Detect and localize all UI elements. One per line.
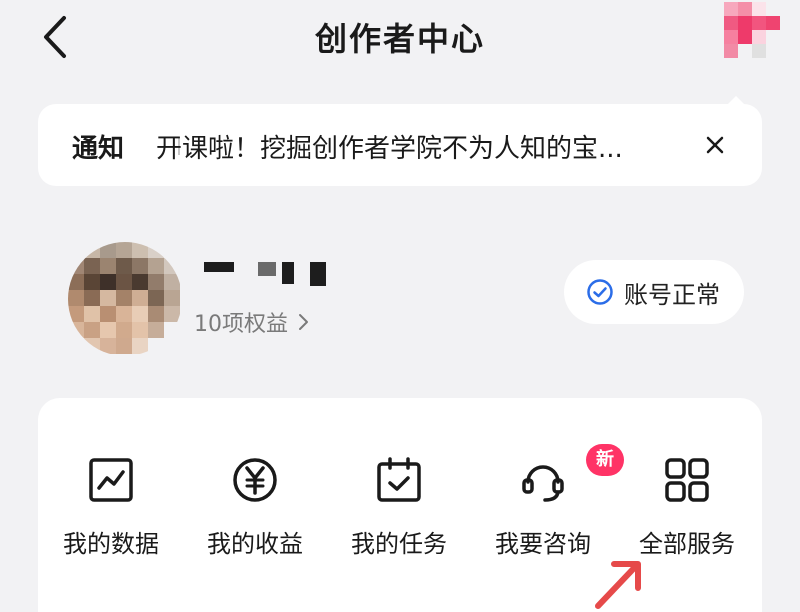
yen-icon — [233, 458, 277, 502]
profile-avatar[interactable] — [68, 242, 182, 356]
grid-icon — [665, 458, 709, 502]
service-label: 全部服务 — [639, 530, 735, 558]
service-all[interactable]: 全部服务 — [622, 456, 752, 566]
account-status-badge[interactable]: 账号正常 — [564, 260, 744, 324]
service-label: 我的数据 — [63, 530, 159, 558]
header: 创作者中心 — [0, 0, 800, 80]
rights-text: 10项权益 — [194, 312, 288, 337]
service-my-earnings[interactable]: 我的收益 — [190, 456, 320, 566]
service-my-tasks[interactable]: 我的任务 — [334, 456, 464, 566]
notice-label: 通知 — [72, 134, 125, 164]
user-avatar-corner[interactable] — [724, 2, 780, 58]
close-icon — [706, 136, 724, 154]
service-my-data[interactable]: 我的数据 — [46, 456, 176, 566]
page-title: 创作者中心 — [314, 20, 485, 58]
services-card: 我的数据 我的收益 我的任务 我要咨询 全部服务 新 — [38, 398, 762, 612]
close-button[interactable] — [700, 130, 730, 160]
account-status-text: 账号正常 — [624, 280, 720, 309]
annotation-arrow-icon — [595, 561, 641, 609]
service-label: 我要咨询 — [495, 530, 591, 558]
notice-bar[interactable]: 通知 开课啦！挖掘创作者学院不为人知的宝... — [38, 104, 762, 186]
service-label: 我的收益 — [207, 530, 303, 558]
service-label: 我的任务 — [351, 530, 447, 558]
new-badge: 新 — [586, 444, 624, 476]
calendar-check-icon — [377, 457, 421, 502]
profile-name-redacted — [200, 258, 350, 288]
notice-text[interactable]: 开课啦！挖掘创作者学院不为人知的宝... — [156, 128, 684, 165]
service-consult[interactable]: 我要咨询 — [478, 456, 608, 566]
rights-link[interactable]: 10项权益 — [194, 306, 310, 338]
chart-icon — [89, 458, 133, 502]
chevron-right-icon — [299, 314, 308, 330]
check-circle-icon — [587, 279, 613, 305]
headset-icon — [522, 465, 564, 502]
